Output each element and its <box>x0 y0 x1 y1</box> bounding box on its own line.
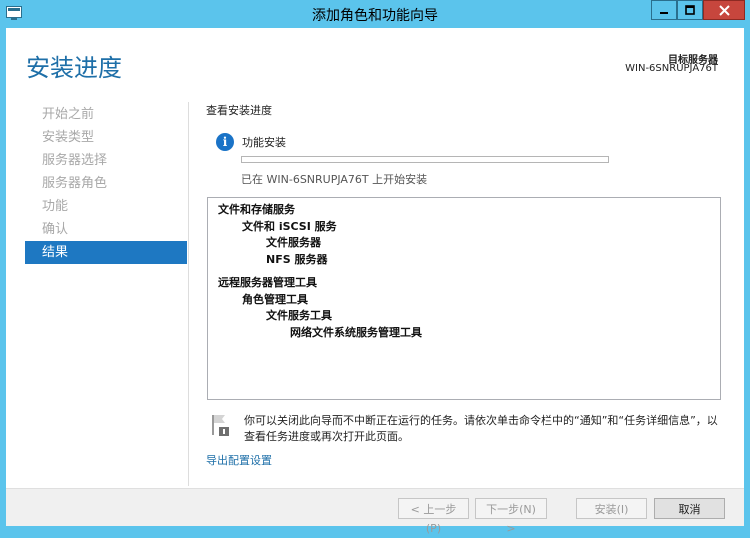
sidebar-item[interactable]: 安装类型 <box>25 126 187 149</box>
sidebar-item[interactable]: 开始之前 <box>25 103 187 126</box>
maximize-icon <box>685 5 695 15</box>
sidebar-item[interactable]: 功能 <box>25 195 187 218</box>
install-button[interactable]: 安装(I) <box>576 498 647 519</box>
export-configuration-link[interactable]: 导出配置设置 <box>206 452 272 468</box>
result-tree-item: 文件和存储服务 <box>218 203 295 216</box>
minimize-icon <box>660 12 668 14</box>
result-tree-item: 文件和 iSCSI 服务 <box>242 219 337 233</box>
sidebar-item[interactable]: 结果 <box>25 241 187 264</box>
button-bar: < 上一步(P) 下一步(N) > 安装(I) 取消 <box>6 488 744 535</box>
close-button[interactable] <box>703 0 745 20</box>
next-button[interactable]: 下一步(N) > <box>475 498 547 535</box>
notification-flag-icon <box>212 415 229 436</box>
result-tree-item: NFS 服务器 <box>266 252 328 266</box>
page-title: 安装进度 <box>26 54 122 82</box>
minimize-button[interactable] <box>651 0 677 20</box>
result-tree-item: 网络文件系统服务管理工具 <box>290 325 422 339</box>
results-list[interactable]: 文件和存储服务文件和 iSCSI 服务文件服务器 NFS 服务器远程服务器管理工具… <box>207 197 721 400</box>
divider <box>188 102 189 486</box>
result-tree-item: 文件服务器 <box>266 236 321 249</box>
result-tree-item: 远程服务器管理工具 <box>218 276 317 289</box>
cancel-button[interactable]: 取消 <box>654 498 725 519</box>
window-title: 添加角色和功能向导 <box>312 8 438 24</box>
info-icon: i <box>216 133 234 151</box>
info-note: 你可以关闭此向导而不中断正在运行的任务。请依次单击命令栏中的“通知”和“任务详细… <box>244 414 718 443</box>
title-bar: 添加角色和功能向导 <box>0 0 750 28</box>
sidebar-item[interactable]: 服务器选择 <box>25 149 187 172</box>
step-name: 功能安装 <box>242 136 286 149</box>
maximize-button[interactable] <box>677 0 703 20</box>
result-tree-item: 角色管理工具 <box>242 292 308 306</box>
close-icon <box>718 4 730 16</box>
result-tree-item: 文件服务工具 <box>266 309 332 322</box>
progress-status: 已在 WIN-6SNRUPJA76T 上开始安装 <box>241 173 428 186</box>
previous-button[interactable]: < 上一步(P) <box>398 498 469 535</box>
sidebar-item[interactable]: 服务器角色 <box>25 172 187 195</box>
wizard-steps-nav: 开始之前 安装类型 服务器选择 服务器角色 功能 确认 结果 <box>25 103 187 264</box>
progress-bar <box>241 156 609 163</box>
sidebar-item[interactable]: 确认 <box>25 218 187 241</box>
wizard-body: 安装进度 目标服务器 WIN-6SNRUPJA76T 开始之前 安装类型 服务器选择… <box>6 28 744 535</box>
destination-server-name: WIN-6SNRUPJA76T <box>625 63 718 74</box>
section-title: 查看安装进度 <box>206 104 272 117</box>
